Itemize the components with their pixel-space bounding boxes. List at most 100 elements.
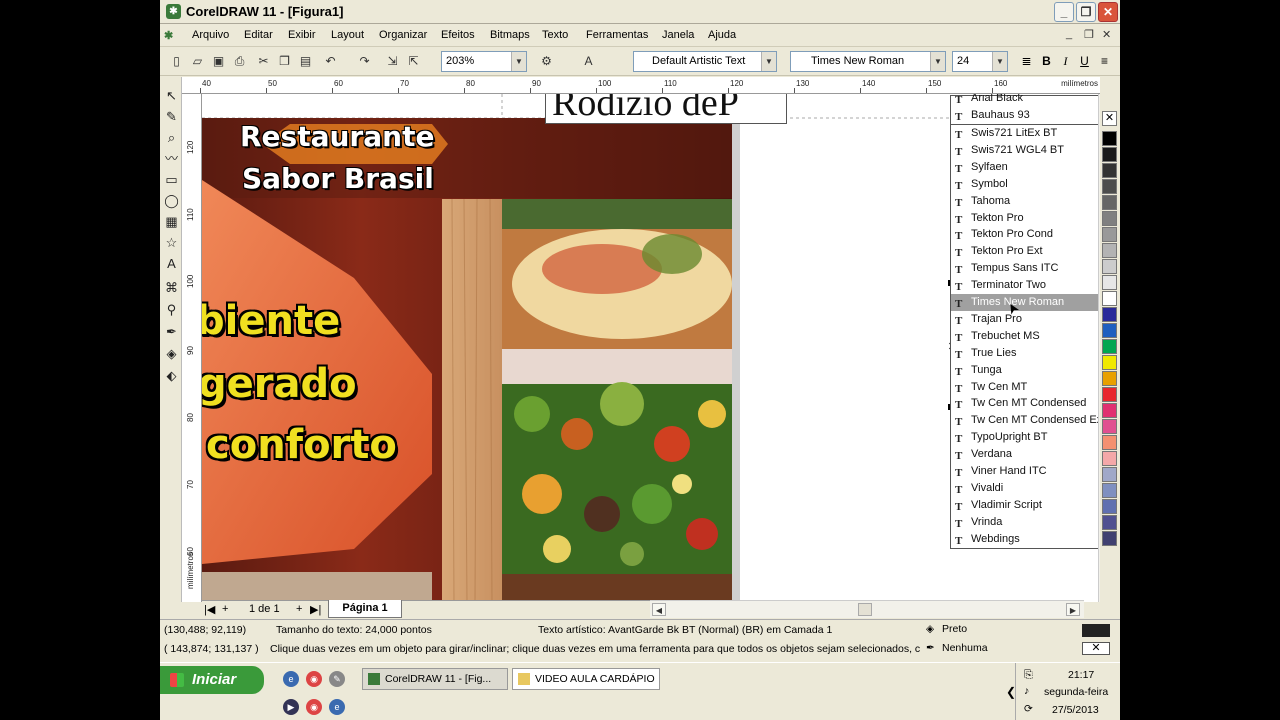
update-icon[interactable]: ⟳ xyxy=(1024,703,1033,715)
color-swatch[interactable] xyxy=(1102,323,1117,338)
cut-icon[interactable]: ✂ xyxy=(255,53,272,70)
font-list-item[interactable]: TTw Cen MT Condensed Extra Bold xyxy=(951,412,1098,429)
menu-efeitos[interactable]: Efeitos xyxy=(441,29,475,41)
undo-icon[interactable]: ↶ xyxy=(322,53,339,70)
zoom-select[interactable]: 203% ▼ xyxy=(441,51,527,72)
rectangle-tool-icon[interactable]: ▭ xyxy=(163,171,180,188)
first-page-icon[interactable]: |◀ xyxy=(204,603,215,616)
outline-swatch[interactable]: ✕ xyxy=(1082,642,1110,655)
network-icon[interactable]: ⎘ xyxy=(1024,669,1033,682)
interactive-mesh-icon[interactable]: ⬖ xyxy=(163,367,180,384)
color-swatch[interactable] xyxy=(1102,227,1117,242)
bold-button[interactable]: B xyxy=(1038,53,1055,70)
font-list-item[interactable]: T True Lies xyxy=(951,345,1098,362)
font-list-item[interactable]: T Webdings xyxy=(951,531,1098,548)
menu-janela[interactable]: Janela xyxy=(662,29,694,41)
font-name-select[interactable]: Times New Roman ▼ xyxy=(790,51,946,72)
new-icon[interactable]: ▯ xyxy=(168,53,185,70)
menu-layout[interactable]: Layout xyxy=(331,29,364,41)
maximize-button[interactable]: ❐ xyxy=(1076,2,1096,22)
color-swatch[interactable] xyxy=(1102,467,1117,482)
export-icon[interactable]: ⇱ xyxy=(405,53,422,70)
underline-button[interactable]: U xyxy=(1076,53,1093,70)
last-page-icon[interactable]: ▶| xyxy=(310,603,321,616)
task-folder[interactable]: VIDEO AULA CARDÁPIO xyxy=(512,668,660,690)
menu-bitmaps[interactable]: Bitmaps xyxy=(490,29,530,41)
drawing-canvas[interactable]: Restaurante Sabor Brasil biente gerado c… xyxy=(202,94,1098,602)
open-icon[interactable]: ▱ xyxy=(189,53,206,70)
scroll-right-icon[interactable]: ▶ xyxy=(1066,603,1080,616)
task-coreldraw[interactable]: CorelDRAW 11 - [Fig... xyxy=(362,668,508,690)
tray-expand-icon[interactable]: ❮ xyxy=(1006,685,1016,699)
color-swatch[interactable] xyxy=(1102,451,1117,466)
star-tool-icon[interactable]: ☆ xyxy=(163,234,180,251)
volume-icon[interactable]: ♪ xyxy=(1024,685,1029,697)
font-list-item[interactable]: T Tunga xyxy=(951,362,1098,379)
color-swatch[interactable] xyxy=(1102,275,1117,290)
app-launcher-icon[interactable]: ⚙ xyxy=(538,53,555,70)
text-tool-icon[interactable]: A xyxy=(163,255,180,272)
color-swatch[interactable] xyxy=(1102,307,1117,322)
color-swatch[interactable] xyxy=(1102,211,1117,226)
color-swatch[interactable] xyxy=(1102,499,1117,514)
doc-restore-button[interactable]: ❐ xyxy=(1084,28,1094,41)
menu-ajuda[interactable]: Ajuda xyxy=(708,29,736,41)
document-icon[interactable]: ✱ xyxy=(164,29,173,42)
import-icon[interactable]: ⇲ xyxy=(384,53,401,70)
menu-ferramentas[interactable]: Ferramentas xyxy=(586,29,648,41)
text-tool-icon[interactable]: A xyxy=(580,53,597,70)
menu-organizar[interactable]: Organizar xyxy=(379,29,427,41)
font-list-item[interactable]: T Vivaldi xyxy=(951,480,1098,497)
menu-editar[interactable]: Editar xyxy=(244,29,273,41)
color-swatch[interactable] xyxy=(1102,419,1117,434)
eyedropper-icon[interactable]: ⚲ xyxy=(163,301,180,318)
color-swatch[interactable] xyxy=(1102,371,1117,386)
media-player-icon[interactable]: ▶ xyxy=(283,699,299,715)
interactive-fill-icon[interactable]: ⌘ xyxy=(163,279,180,296)
font-list-item-selected[interactable]: T Times New Roman xyxy=(951,294,1098,311)
font-list-item[interactable]: T Terminator Two xyxy=(951,277,1098,294)
font-list-item[interactable]: T TypoUpright BT xyxy=(951,429,1098,446)
no-color-swatch[interactable]: ✕ xyxy=(1102,111,1117,126)
close-button[interactable]: ✕ xyxy=(1098,2,1118,22)
align-icon[interactable]: ≣ xyxy=(1018,53,1035,70)
font-list-item[interactable]: T Vladimir Script xyxy=(951,497,1098,514)
pick-tool-icon[interactable]: ↖ xyxy=(163,87,180,104)
header-text-box[interactable]: Rodízio deP xyxy=(545,94,787,124)
font-list-item[interactable]: T Tekton Pro Cond xyxy=(951,226,1098,243)
doc-close-button[interactable]: ✕ xyxy=(1102,28,1111,41)
font-list-item[interactable]: T Tekton Pro xyxy=(951,210,1098,227)
font-list-item[interactable]: T Tahoma xyxy=(951,193,1098,210)
clock-time[interactable]: 21:17 xyxy=(1068,669,1094,681)
font-list-item[interactable]: T Tempus Sans ITC xyxy=(951,260,1098,277)
color-swatch[interactable] xyxy=(1102,483,1117,498)
font-list-item[interactable]: T Sylfaen xyxy=(951,159,1098,176)
text-style-select[interactable]: Default Artistic Text ▼ xyxy=(633,51,777,72)
freehand-tool-icon[interactable]: 〰 xyxy=(163,150,180,167)
color-swatch[interactable] xyxy=(1102,243,1117,258)
color-swatch[interactable] xyxy=(1102,387,1117,402)
chrome-icon[interactable]: ◉ xyxy=(306,699,322,715)
ellipse-tool-icon[interactable]: ◯ xyxy=(163,192,180,209)
font-list-item[interactable]: T Tw Cen MT xyxy=(951,379,1098,396)
color-swatch[interactable] xyxy=(1102,163,1117,178)
font-list-item[interactable]: T Swis721 LitEx BT xyxy=(951,125,1098,142)
redo-icon[interactable]: ↷ xyxy=(356,53,373,70)
font-list-item[interactable]: T Verdana xyxy=(951,446,1098,463)
copy-icon[interactable]: ❐ xyxy=(276,53,293,70)
chrome-icon[interactable]: ◉ xyxy=(306,671,322,687)
font-list-item[interactable]: T Trebuchet MS xyxy=(951,328,1098,345)
add-page-after-icon[interactable]: + xyxy=(296,603,302,615)
font-list-item[interactable]: T Viner Hand ITC xyxy=(951,463,1098,480)
menu-exibir[interactable]: Exibir xyxy=(288,29,316,41)
menu-texto[interactable]: Texto xyxy=(542,29,568,41)
font-list-item[interactable]: T Symbol xyxy=(951,176,1098,193)
paste-icon[interactable]: ▤ xyxy=(297,53,314,70)
font-list-item[interactable]: T Swis721 WGL4 BT xyxy=(951,142,1098,159)
outline-tool-icon[interactable]: ✒ xyxy=(163,323,180,340)
zoom-tool-icon[interactable]: ⌕ xyxy=(163,129,180,146)
italic-button[interactable]: I xyxy=(1057,53,1074,70)
scroll-left-icon[interactable]: ◀ xyxy=(652,603,666,616)
color-swatch[interactable] xyxy=(1102,195,1117,210)
color-swatch[interactable] xyxy=(1102,259,1117,274)
